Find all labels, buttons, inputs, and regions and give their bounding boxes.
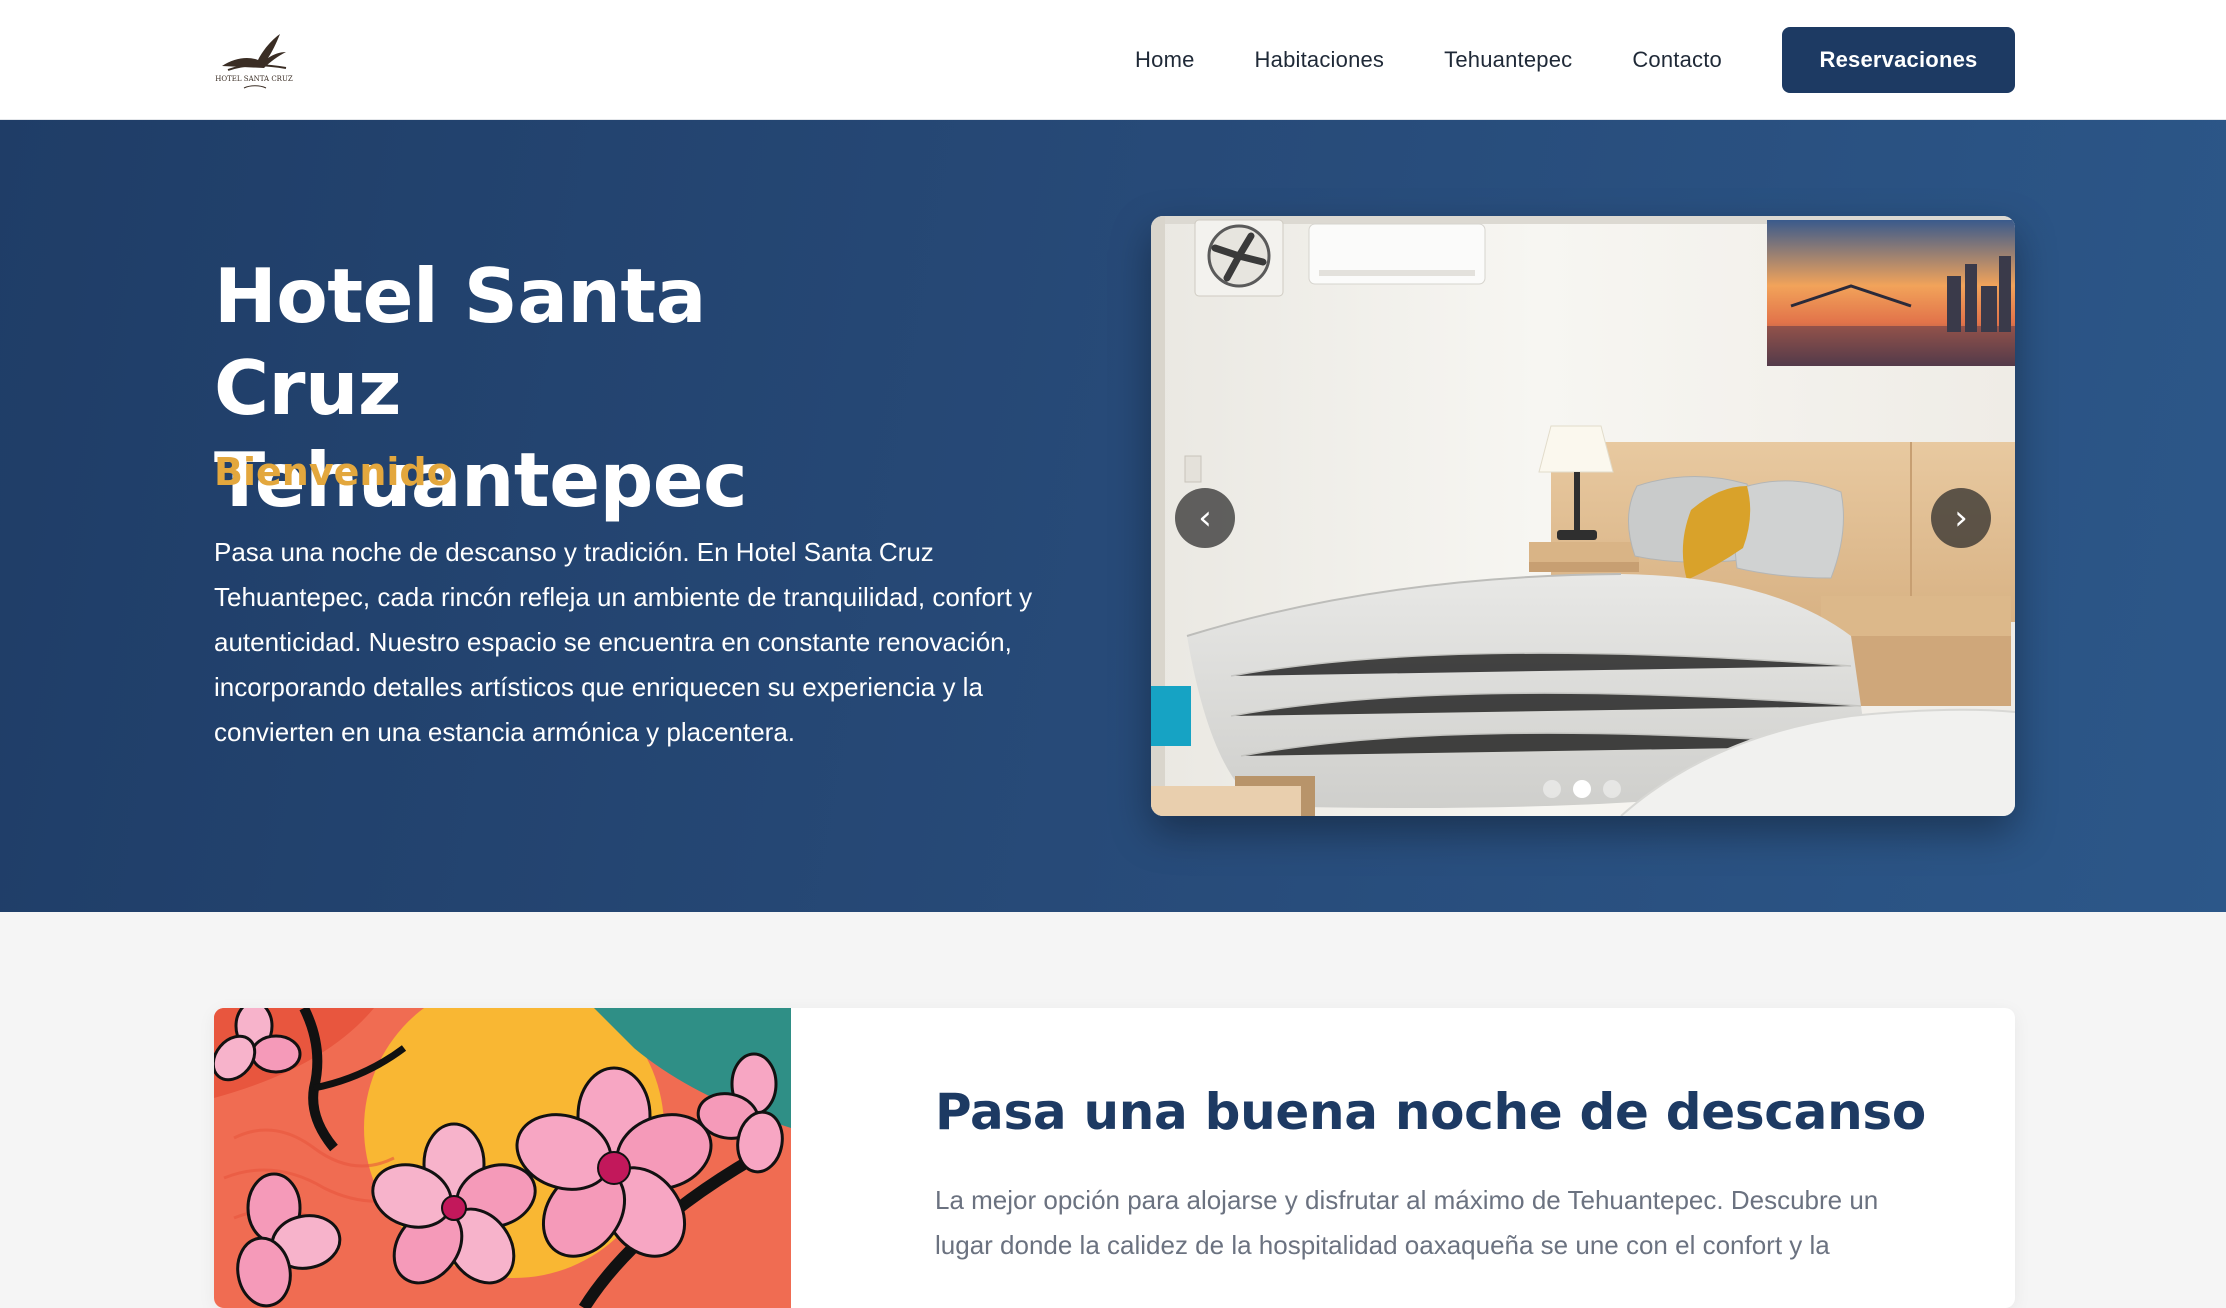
carousel-indicators [1543, 780, 1621, 798]
nav-home[interactable]: Home [1135, 47, 1195, 73]
intro-card: Pasa una buena noche de descanso La mejo… [214, 1008, 2015, 1308]
nav-tehuantepec[interactable]: Tehuantepec [1444, 47, 1572, 73]
hero-description: Pasa una noche de descanso y tradición. … [214, 537, 1033, 747]
room-carousel[interactable]: ‹ › [1151, 216, 2015, 816]
section-title: Pasa una buena noche de descanso [935, 1083, 1926, 1141]
logo-text: HOTEL SANTA CRUZ [215, 75, 293, 83]
carousel-dot-3[interactable] [1603, 780, 1621, 798]
nav-habitaciones[interactable]: Habitaciones [1255, 47, 1385, 73]
carousel-dot-2[interactable] [1573, 780, 1591, 798]
hero-subtitle: Bienvenido [214, 450, 453, 494]
carousel-prev-button[interactable]: ‹ [1175, 488, 1235, 548]
hero-section: Hotel Santa Cruz Tehuantepec Bienvenido … [0, 120, 2226, 912]
site-header: HOTEL SANTA CRUZ Home Habitaciones Tehua… [0, 0, 2226, 120]
nav-contacto[interactable]: Contacto [1632, 47, 1722, 73]
reservations-button[interactable]: Reservaciones [1782, 27, 2015, 93]
carousel-next-button[interactable]: › [1931, 488, 1991, 548]
section-description: La mejor opción para alojarse y disfruta… [935, 1185, 1879, 1260]
carousel-dot-1[interactable] [1543, 780, 1561, 798]
main-nav: Home Habitaciones Tehuantepec Contacto R… [1135, 27, 2015, 93]
hotel-logo[interactable]: HOTEL SANTA CRUZ [214, 28, 294, 94]
room-photo [1151, 216, 2015, 816]
floral-artwork [214, 1008, 791, 1308]
